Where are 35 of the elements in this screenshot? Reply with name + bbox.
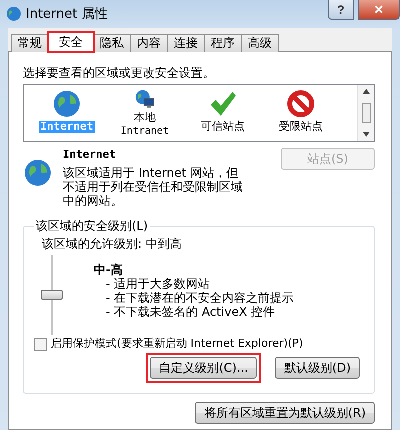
tab[interactable]: 内容 — [130, 34, 168, 52]
zone-item[interactable]: 本地 — [132, 112, 158, 124]
checkbox-label: 启用保护模式(要求重新启动 Internet Explorer)(P) — [51, 337, 304, 351]
level-description: - 适用于大多数网站 — [106, 277, 212, 291]
globe-icon — [6, 6, 22, 22]
level-name: 中-高 — [94, 263, 124, 277]
tab[interactable]: 安全 — [48, 32, 94, 52]
level-button[interactable]: 默认级别(D) — [275, 357, 360, 379]
window-title: Internet 属性 — [26, 6, 109, 23]
zone-item[interactable]: 可信站点 — [199, 121, 247, 133]
scroll-down-icon[interactable] — [362, 132, 370, 137]
level-button[interactable]: 自定义级别(C)... — [150, 357, 258, 379]
zone-description: 该区域适用于 Internet 网站，但不适用于列在受信任和受限制区域中的网站。 — [63, 166, 243, 208]
zone-item[interactable]: 受限站点 — [277, 121, 325, 133]
level-description: - 不下载未签名的 ActiveX 控件 — [106, 305, 276, 319]
checkbox[interactable] — [34, 338, 47, 350]
tab[interactable]: 程序 — [204, 34, 242, 52]
level-description: - 在下载潜在的不安全内容之前提示 — [106, 291, 294, 305]
tab[interactable]: 隐私 — [93, 34, 131, 52]
instruction-text: 选择要查看的区域或更改安全设置。 — [23, 66, 216, 80]
reset-button[interactable]: 将所有区域重置为默认级别(R) — [195, 402, 375, 424]
zone-sublabel: Intranet — [120, 126, 170, 137]
tab[interactable]: 连接 — [167, 34, 205, 52]
group-legend: 该区域的安全级别(L) — [34, 218, 150, 235]
tab[interactable]: 高级 — [241, 34, 279, 52]
globe-icon — [23, 158, 53, 188]
scroll-up-icon[interactable] — [362, 89, 370, 94]
globe-icon — [52, 89, 82, 119]
allowed-level-text: 该区域的允许级别: 中到高 — [41, 237, 183, 251]
slider-thumb[interactable] — [41, 290, 63, 300]
tab[interactable]: 常规 — [11, 34, 49, 52]
zone-title: Internet — [63, 148, 117, 162]
help-button[interactable]: ? — [328, 0, 354, 20]
no-entry-icon — [286, 89, 316, 119]
scrollbar[interactable] — [357, 85, 374, 141]
